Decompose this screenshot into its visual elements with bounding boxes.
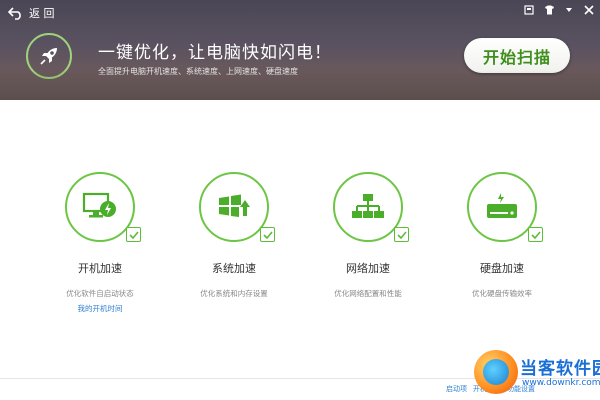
monitor-power-icon (82, 192, 116, 218)
feature-ring[interactable] (333, 172, 409, 242)
checkbox[interactable] (260, 227, 275, 242)
feature-title: 系统加速 (212, 262, 256, 275)
feature-boot-speedup[interactable]: 开机加速 优化软件自启动状态 我的开机时间 (30, 172, 170, 314)
back-button[interactable]: 返 回 (8, 4, 55, 22)
feature-ring[interactable] (65, 172, 141, 242)
start-scan-button[interactable]: 开始扫描 (464, 38, 570, 73)
check-icon (396, 230, 407, 239)
feature-title: 网络加速 (346, 262, 390, 275)
watermark-url: www.downkr.com (522, 378, 600, 388)
feature-title: 开机加速 (78, 262, 122, 275)
page-subline: 全面提升电脑开机速度、系统速度、上网速度、硬盘速度 (98, 67, 298, 76)
hard-drive-icon (487, 193, 517, 218)
check-icon (530, 230, 541, 239)
feature-network-speedup[interactable]: 网络加速 优化网络配置和性能 (298, 172, 438, 299)
check-icon (262, 230, 273, 239)
back-arrow-icon (8, 7, 21, 20)
menu-icon[interactable] (562, 3, 576, 17)
windows-arrow-icon (219, 194, 250, 217)
rocket-icon (40, 48, 57, 65)
window-controls (522, 3, 596, 17)
feature-disk-speedup[interactable]: 硬盘加速 优化硬盘传输效率 (432, 172, 572, 299)
feature-desc: 优化软件自启动状态 (66, 289, 134, 298)
feature-desc: 优化网络配置和性能 (334, 289, 402, 298)
site-watermark: 当客软件园 www.downkr.com (474, 348, 600, 400)
back-label: 返 回 (29, 7, 55, 20)
feature-desc: 优化系统和内存设置 (200, 289, 268, 298)
rocket-badge (26, 33, 72, 79)
feature-ring[interactable] (199, 172, 275, 242)
feature-desc: 优化硬盘传输效率 (472, 289, 532, 298)
checkbox[interactable] (528, 227, 543, 242)
checkbox[interactable] (126, 227, 141, 242)
close-icon[interactable] (582, 3, 596, 17)
check-icon (128, 230, 139, 239)
feature-title: 硬盘加速 (480, 262, 524, 275)
shirt-icon[interactable] (542, 3, 556, 17)
feature-ring[interactable] (467, 172, 543, 242)
footer-link[interactable]: 启动项 (446, 384, 467, 394)
checkbox[interactable] (394, 227, 409, 242)
header-banner: 返 回 一键优化，让电脑快如闪电！ 全面提升电脑开机速度、系统速度、上网速度、硬… (0, 0, 600, 100)
page-headline: 一键优化，让电脑快如闪电！ (98, 43, 332, 63)
network-icon (352, 194, 384, 218)
feature-system-speedup[interactable]: 系统加速 优化系统和内存设置 (164, 172, 304, 299)
skin-icon[interactable] (522, 3, 536, 17)
watermark-title: 当客软件园 (520, 359, 600, 379)
watermark-logo-icon (474, 350, 518, 394)
boot-time-link[interactable]: 我的开机时间 (30, 303, 170, 314)
